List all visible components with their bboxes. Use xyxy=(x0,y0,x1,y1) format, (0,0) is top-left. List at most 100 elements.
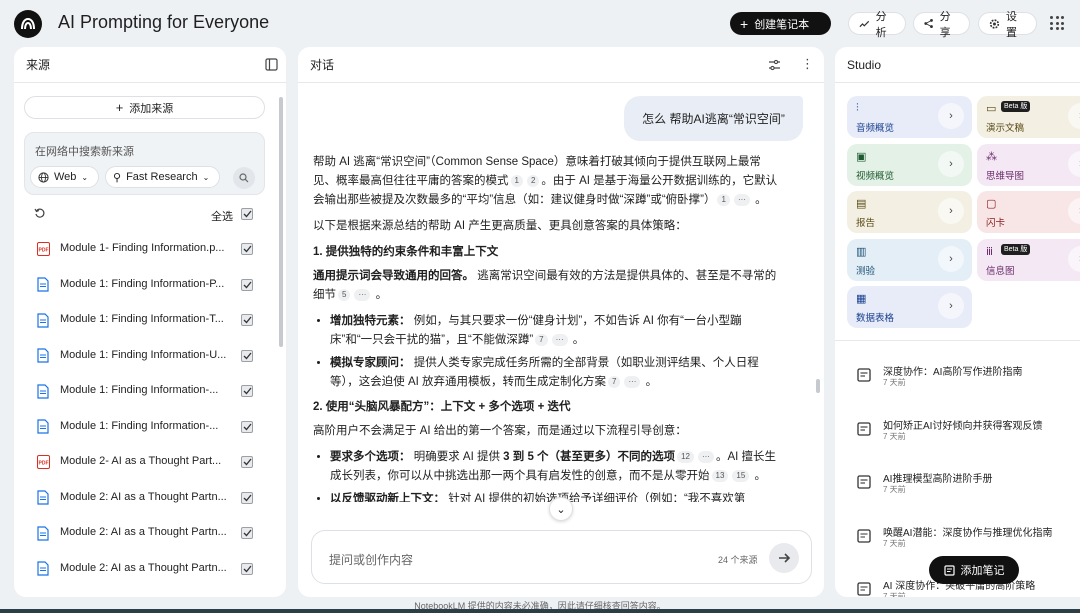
citation-more-chip[interactable]: ··· xyxy=(697,450,714,463)
chat-composer[interactable]: 提问或创作内容 24 个来源 xyxy=(311,530,812,584)
more-vert-icon[interactable]: ⋮ xyxy=(801,56,814,72)
tune-icon[interactable] xyxy=(768,59,781,71)
citation-chip[interactable]: 12 xyxy=(677,450,694,463)
citation-more-chip[interactable]: ··· xyxy=(733,193,750,206)
collapse-panel-icon[interactable] xyxy=(265,58,278,71)
chevron-right-icon[interactable]: › xyxy=(1068,198,1080,224)
create-notebook-button[interactable]: + 创建笔记本 xyxy=(730,12,831,35)
notebooklm-logo-icon[interactable] xyxy=(14,10,42,38)
studio-tile-audio-wave[interactable]: ⫶ 音频概览 › xyxy=(847,96,972,138)
source-item[interactable]: PDF Module 2- AI as a Thought Part... xyxy=(36,453,266,471)
studio-tile-quiz[interactable]: ▥ 测验 › xyxy=(847,238,972,281)
citation-chip[interactable]: 13 xyxy=(711,469,729,482)
research-mode-select[interactable]: ⚲ Fast Research ⌄ xyxy=(105,166,220,188)
source-checkbox[interactable] xyxy=(241,420,253,433)
note-item[interactable]: 如何矫正AI讨好倾向并获得客观反馈 7 天前 xyxy=(857,417,1080,447)
chevron-right-icon[interactable]: › xyxy=(938,103,964,129)
citation-chip[interactable]: 1 xyxy=(717,193,730,206)
assistant-answer: 帮助 AI 逃离“常识空间”（Common Sense Space）意味着打破其… xyxy=(313,153,778,515)
studio-tile-infographic[interactable]: ⅲ 信息图 Beta 版 › xyxy=(977,238,1080,281)
share-label: 分享 xyxy=(939,10,951,39)
chevron-right-icon[interactable]: › xyxy=(1068,245,1080,272)
source-count: 24 个来源 xyxy=(718,555,758,565)
apps-grid-icon[interactable] xyxy=(1050,16,1064,30)
add-note-label: 添加笔记 xyxy=(960,565,1005,577)
source-item[interactable]: PDF Module 1- Finding Information.p... xyxy=(36,240,266,258)
chevron-right-icon[interactable]: › xyxy=(938,198,964,224)
note-icon xyxy=(857,528,871,546)
research-chip-label: Fast Research xyxy=(126,171,198,183)
globe-icon xyxy=(38,171,49,183)
note-item[interactable]: 唤醒AI潜能：深度协作与推理优化指南 7 天前 xyxy=(857,524,1080,554)
source-checkbox[interactable] xyxy=(241,278,253,291)
studio-tile-flashcard[interactable]: ▢ 闪卡 › xyxy=(977,191,1080,233)
add-source-button[interactable]: + 添加来源 xyxy=(24,96,265,119)
share-button[interactable]: 分享 xyxy=(913,11,970,39)
source-item[interactable]: Module 1: Finding Information-T... xyxy=(36,311,266,329)
source-item[interactable]: Module 1: Finding Information-P... xyxy=(36,276,266,294)
web-source-select[interactable]: Web ⌄ xyxy=(30,166,99,188)
chat-panel: 对话 ⋮ 怎么 帮助AI逃离“常识空间” 帮助 AI 逃离“常识空间”（Comm… xyxy=(298,47,824,597)
source-checkbox[interactable] xyxy=(241,456,253,468)
studio-tile-video[interactable]: ▣ 视频概览 › xyxy=(847,143,972,186)
send-button[interactable] xyxy=(769,543,799,573)
citation-chip[interactable]: 2 xyxy=(526,174,540,187)
citation-chip[interactable]: 15 xyxy=(732,469,750,482)
citation-more-chip[interactable]: ··· xyxy=(624,375,641,388)
chevron-right-icon[interactable]: › xyxy=(938,293,964,319)
chevron-right-icon[interactable]: › xyxy=(1068,103,1080,129)
source-item[interactable]: Module 1: Finding Information-... xyxy=(36,382,266,400)
source-checkbox[interactable] xyxy=(241,314,253,326)
notebook-title[interactable]: AI Prompting for Everyone xyxy=(58,12,269,33)
note-date: 7 天前 xyxy=(883,485,906,494)
studio-tile-mind-map[interactable]: ⁂ 思维导图 › xyxy=(977,143,1080,186)
add-source-label: 添加来源 xyxy=(129,102,174,115)
chat-title: 对话 xyxy=(310,58,335,72)
analyze-button[interactable]: 分析 xyxy=(848,11,906,39)
citation-more-chip[interactable]: ··· xyxy=(551,333,568,346)
search-submit-button[interactable] xyxy=(233,167,255,189)
settings-button[interactable]: 设置 xyxy=(978,11,1037,39)
studio-tile-data-table[interactable]: ▦ 数据表格 › xyxy=(847,286,972,328)
studio-tile-slides[interactable]: ▭ 演示文稿 Beta 版 › xyxy=(977,96,1080,138)
citation-chip[interactable]: 1 xyxy=(510,174,523,187)
refresh-icon[interactable] xyxy=(34,207,46,219)
source-checkbox[interactable] xyxy=(241,243,253,255)
note-item[interactable]: AI推理模型高阶进阶手册 7 天前 xyxy=(857,470,1080,500)
source-checkbox[interactable] xyxy=(241,562,253,575)
citation-chip[interactable]: 7 xyxy=(535,333,548,346)
add-note-button[interactable]: 添加笔记 xyxy=(929,556,1019,584)
web-search-input[interactable]: 在网络中搜索新来源 xyxy=(35,143,134,159)
pdf-file-icon: PDF xyxy=(36,454,50,470)
citation-chip[interactable]: 5 xyxy=(338,288,351,301)
plus-icon: + xyxy=(115,100,124,115)
chevron-right-icon[interactable]: › xyxy=(1068,150,1080,177)
citation-chip[interactable]: 7 xyxy=(608,375,621,388)
source-checkbox[interactable] xyxy=(241,491,253,504)
select-all-checkbox[interactable] xyxy=(241,208,253,220)
source-item[interactable]: Module 2: AI as a Thought Partn... xyxy=(36,489,266,507)
document-icon xyxy=(36,383,50,399)
sources-scrollbar[interactable] xyxy=(279,97,283,347)
note-item[interactable]: 深度协作：AI高阶写作进阶指南 7 天前 xyxy=(857,363,1080,393)
chat-input[interactable]: 提问或创作内容 xyxy=(329,551,413,568)
source-item[interactable]: Module 2: AI as a Thought Partn... xyxy=(36,524,266,542)
chevron-right-icon[interactable]: › xyxy=(938,150,964,177)
citation-more-chip[interactable]: ··· xyxy=(354,288,371,301)
note-icon xyxy=(857,421,871,439)
studio-tile-label: 测验 xyxy=(856,265,876,277)
note-date: 7 天前 xyxy=(883,538,906,548)
source-item[interactable]: Module 1: Finding Information-U... xyxy=(36,347,266,365)
source-checkbox[interactable] xyxy=(241,385,253,397)
source-item-label: Module 1- Finding Information.p... xyxy=(60,242,225,254)
studio-tile-report[interactable]: ▤ 报告 › xyxy=(847,191,972,233)
source-checkbox[interactable] xyxy=(241,349,253,362)
chat-scrollbar[interactable] xyxy=(816,379,820,393)
source-item[interactable]: Module 2: AI as a Thought Partn... xyxy=(36,560,266,578)
source-checkbox[interactable] xyxy=(241,527,253,539)
chevron-right-icon[interactable]: › xyxy=(938,245,964,272)
source-item-label: Module 1: Finding Information-... xyxy=(60,384,219,396)
scroll-to-bottom-button[interactable]: ⌄ xyxy=(549,497,573,521)
select-all-row: 全选 xyxy=(24,207,269,223)
source-item[interactable]: Module 1: Finding Information-... xyxy=(36,418,266,436)
